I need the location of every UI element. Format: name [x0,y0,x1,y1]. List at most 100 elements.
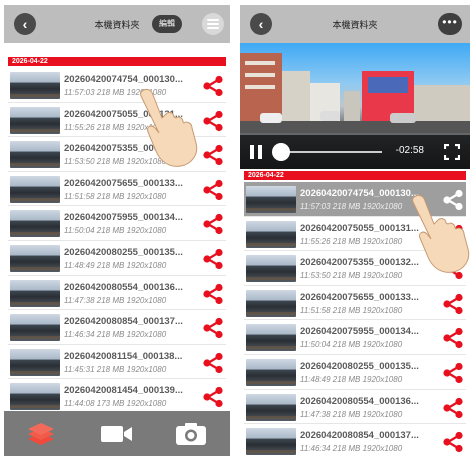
share-icon [203,283,223,304]
pointing-hand-icon [140,88,198,167]
file-name: 20260420081154_000138... [64,350,183,362]
nav-bar: ‹ 本機資料夾 ••• [240,5,470,43]
share-button[interactable] [202,248,224,270]
video-thumbnail[interactable] [246,220,296,248]
tab-bar [4,411,230,456]
video-thumbnail[interactable] [10,175,60,203]
file-meta: 11:47:38 218 MB 1920x1080 [300,409,403,419]
file-row[interactable]: 20260420075655_000133... 11:51:58 218 MB … [8,172,226,207]
share-icon [203,214,223,235]
share-icon [203,179,223,200]
video-thumbnail[interactable] [10,210,60,238]
camera-icon [176,423,206,445]
fullscreen-icon [443,143,461,161]
video-thumbnail[interactable] [10,141,60,169]
video-thumbnail[interactable] [246,428,296,456]
video-thumbnail[interactable] [10,383,60,411]
share-button[interactable] [202,386,224,408]
file-row[interactable]: 20260420080854_000137... 11:46:34 218 MB … [8,310,226,345]
share-button[interactable] [442,293,464,315]
share-icon [443,362,463,384]
video-thumbnail[interactable] [10,348,60,376]
file-row[interactable]: 20260420080255_000135... 11:48:49 218 MB … [8,241,226,276]
file-name: 20260420075955_000134... [300,326,419,338]
video-thumbnail[interactable] [10,72,60,99]
video-thumbnail[interactable] [246,324,296,352]
file-name: 20260420080554_000136... [64,281,183,293]
file-name: 20260420080854_000137... [300,430,419,442]
tab-photo[interactable] [154,411,229,456]
file-name: 20260420080255_000135... [300,360,419,372]
share-icon [443,328,463,349]
video-thumbnail[interactable] [246,255,296,283]
video-player-screen: ‹ 本機資料夾 ••• -02:58 2026-04-22 2026042007… [240,0,470,456]
file-name: 20260420081454_000139... [64,385,183,397]
share-button[interactable] [442,362,464,384]
share-button[interactable] [442,431,464,453]
player-controls: -02:58 [240,135,470,169]
file-row[interactable]: 20260420080554_000136... 11:47:38 218 MB … [8,276,226,311]
share-button[interactable] [202,213,224,235]
video-thumbnail[interactable] [246,289,296,317]
share-button[interactable] [202,283,224,305]
file-meta: 11:45:31 218 MB 1920x1080 [64,364,167,374]
share-icon [443,293,463,314]
file-name: 20260420080255_000135... [64,246,183,258]
share-icon [203,318,223,339]
progress-knob[interactable] [272,143,290,161]
progress-track[interactable] [280,151,382,153]
layers-icon [28,423,54,445]
tab-video[interactable] [79,411,154,456]
fullscreen-button[interactable] [443,143,461,161]
video-camera-icon [101,426,132,442]
file-row[interactable]: 20260420080554_000136... 11:47:38 218 MB … [244,390,466,425]
file-row[interactable]: 20260420075955_000134... 11:50:04 218 MB … [8,206,226,241]
share-icon [203,352,223,373]
file-meta: 11:55:26 218 MB 1920x1080 [300,236,403,246]
video-thumbnail[interactable] [10,314,60,342]
file-name: 20260420074754_000130... [64,74,183,85]
edit-button[interactable]: 編輯 [152,15,182,33]
share-button[interactable] [202,317,224,339]
menu-button[interactable] [202,13,224,35]
share-button[interactable] [202,179,224,201]
file-meta: 11:51:58 218 MB 1920x1080 [300,305,403,315]
pointing-hand-icon [412,194,470,273]
file-name: 20260420075355_000132... [300,257,419,269]
file-meta: 11:48:49 218 MB 1920x1080 [64,260,167,270]
pause-button[interactable] [250,145,264,159]
file-meta: 11:50:04 218 MB 1920x1080 [64,226,167,236]
file-meta: 11:46:34 218 MB 1920x1080 [64,330,167,340]
file-row[interactable]: 20260420075655_000133... 11:51:58 218 MB … [244,286,466,321]
file-meta: 11:48:49 218 MB 1920x1080 [300,374,403,384]
file-name: 20260420080854_000137... [64,316,183,328]
date-header: 2026-04-22 [244,171,466,180]
more-dots-icon: ••• [442,15,458,29]
video-player[interactable]: -02:58 [240,43,470,169]
file-name: 20260420080554_000136... [300,395,419,407]
file-row[interactable]: 20260420081154_000138... 11:45:31 218 MB … [8,345,226,380]
share-button[interactable] [442,397,464,419]
file-meta: 11:46:34 218 MB 1920x1080 [300,444,403,454]
file-meta: 11:51:58 218 MB 1920x1080 [64,191,167,201]
date-header: 2026-04-22 [8,57,226,66]
video-thumbnail[interactable] [10,279,60,307]
file-row[interactable]: 20260420075955_000134... 11:50:04 218 MB … [244,320,466,355]
file-meta: 11:50:04 218 MB 1920x1080 [300,340,403,350]
more-button[interactable]: ••• [438,13,462,35]
video-thumbnail[interactable] [246,186,296,213]
share-button[interactable] [202,352,224,374]
share-button[interactable] [442,327,464,349]
page-title: 本機資料夾 [332,20,378,30]
video-thumbnail[interactable] [246,358,296,386]
video-thumbnail[interactable] [10,106,60,134]
file-row[interactable]: 20260420081454_000139... 11:44:08 173 MB … [8,379,226,414]
file-name: 20260420075955_000134... [64,212,183,224]
file-row[interactable]: 20260420080255_000135... 11:48:49 218 MB … [244,355,466,390]
tab-files[interactable] [4,411,79,456]
file-row[interactable]: 20260420080854_000137... 11:46:34 218 MB … [244,424,466,456]
share-icon [203,387,223,408]
video-thumbnail[interactable] [246,393,296,421]
share-icon [203,248,223,270]
video-thumbnail[interactable] [10,244,60,272]
